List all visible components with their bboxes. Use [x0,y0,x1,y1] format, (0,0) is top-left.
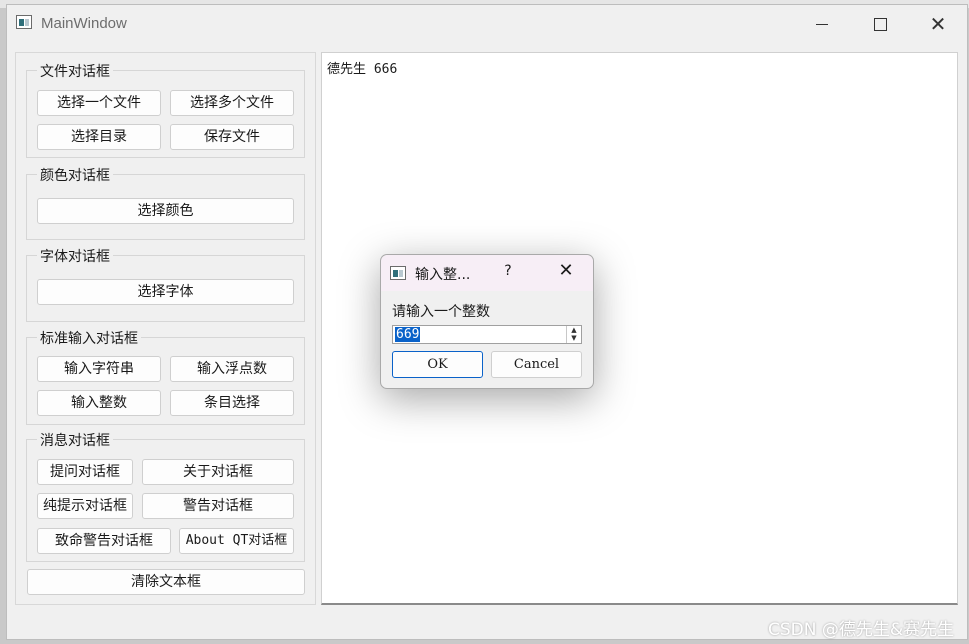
warning-dialog-button[interactable]: 警告对话框 [142,493,294,519]
app-icon [390,266,406,280]
input-integer-button[interactable]: 输入整数 [37,390,161,416]
help-button[interactable]: ? [499,263,517,279]
maximize-icon [873,18,887,31]
input-string-button[interactable]: 输入字符串 [37,356,161,382]
group-title: 消息对话框 [37,430,113,450]
dialog-title-bar[interactable]: 输入整... ? ✕ [381,255,593,291]
save-file-button[interactable]: 保存文件 [170,124,294,150]
app-icon [16,15,32,29]
select-color-button[interactable]: 选择颜色 [37,198,294,224]
ok-button[interactable]: OK [392,351,483,378]
select-font-button[interactable]: 选择字体 [37,279,294,305]
input-integer-dialog: 输入整... ? ✕ 请输入一个整数 669 ▲ ▼ OK Cancel [380,254,594,389]
group-title: 颜色对话框 [37,165,113,185]
dialog-close-button[interactable]: ✕ [555,260,577,281]
clear-text-button[interactable]: 清除文本框 [27,569,305,595]
group-title: 标准输入对话框 [37,328,141,348]
message-dialog-group: 消息对话框 提问对话框 关于对话框 纯提示对话框 警告对话框 致命警告对话框 A… [26,430,305,562]
close-icon: ✕ [929,12,947,36]
text-content: 德先生 666 [327,62,398,77]
spinbox-arrows: ▲ ▼ [566,326,581,343]
spin-up-icon[interactable]: ▲ [567,326,581,334]
title-bar[interactable]: MainWindow ✕ [7,5,967,43]
about-qt-button[interactable]: About QT对话框 [179,528,294,554]
group-title: 文件对话框 [37,61,113,81]
file-dialog-group: 文件对话框 选择一个文件 选择多个文件 选择目录 保存文件 [26,61,305,158]
about-dialog-button[interactable]: 关于对话框 [142,459,294,485]
select-multiple-files-button[interactable]: 选择多个文件 [170,90,294,116]
font-dialog-group: 字体对话框 选择字体 [26,246,305,322]
input-dialog-group: 标准输入对话框 输入字符串 输入浮点数 输入整数 条目选择 [26,328,305,425]
integer-spinbox[interactable]: 669 ▲ ▼ [392,325,582,344]
dialog-prompt-label: 请输入一个整数 [392,304,490,320]
spin-down-icon[interactable]: ▼ [567,334,581,342]
input-double-button[interactable]: 输入浮点数 [170,356,294,382]
button-panel: 文件对话框 选择一个文件 选择多个文件 选择目录 保存文件 颜色对话框 选择颜色… [15,52,316,605]
select-directory-button[interactable]: 选择目录 [37,124,161,150]
question-dialog-button[interactable]: 提问对话框 [37,459,133,485]
minimize-icon [816,24,828,25]
color-dialog-group: 颜色对话框 选择颜色 [26,165,305,240]
minimize-button[interactable] [794,5,850,43]
item-select-button[interactable]: 条目选择 [170,390,294,416]
info-dialog-button[interactable]: 纯提示对话框 [37,493,133,519]
close-icon: ✕ [558,260,574,281]
cancel-button[interactable]: Cancel [491,351,582,378]
spinbox-value[interactable]: 669 [395,327,421,342]
critical-dialog-button[interactable]: 致命警告对话框 [37,528,171,554]
window-title: MainWindow [41,15,127,32]
select-one-file-button[interactable]: 选择一个文件 [37,90,161,116]
close-button[interactable]: ✕ [910,5,966,43]
watermark: CSDN @德先生&赛先生 [768,620,955,640]
maximize-button[interactable] [852,5,908,43]
dialog-title: 输入整... [415,267,471,283]
group-title: 字体对话框 [37,246,113,266]
